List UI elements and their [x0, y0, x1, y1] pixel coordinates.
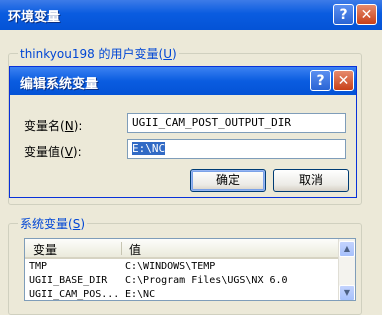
chevron-down-icon: ▼: [343, 288, 351, 297]
row-value: C:\WINDOWS\TEMP: [125, 261, 216, 272]
outer-help-button[interactable]: ?: [333, 4, 354, 25]
dialog-title: 编辑系统变量: [20, 77, 99, 92]
outer-close-button[interactable]: ✕: [356, 4, 377, 25]
dialog-help-button[interactable]: ?: [310, 70, 331, 91]
row-name: UGII_BASE_DIR: [29, 275, 108, 286]
variable-name-label: 变量名(N):: [24, 119, 83, 133]
column-header-variable[interactable]: 变量: [33, 241, 57, 258]
close-icon: ✕: [337, 73, 350, 89]
scroll-up-button[interactable]: ▲: [339, 241, 355, 257]
column-divider[interactable]: [121, 242, 122, 255]
row-value: C:\Program Files\UGS\NX 6.0: [125, 275, 288, 286]
chevron-up-icon: ▲: [343, 244, 351, 253]
cancel-button-label: 取消: [298, 173, 323, 187]
variable-value-mnemonic: V: [64, 145, 73, 159]
scroll-down-button[interactable]: ▼: [339, 285, 355, 300]
dialog-title-bar[interactable]: 编辑系统变量 ? ✕: [10, 67, 356, 95]
outer-title-bar[interactable]: 环境变量 ? ✕: [0, 0, 382, 30]
help-icon: ?: [339, 7, 348, 23]
user-vars-mnemonic: U: [163, 47, 173, 61]
variable-value-label-text: 变量值: [24, 145, 61, 159]
column-header-value[interactable]: 值: [129, 241, 141, 258]
close-icon: ✕: [360, 7, 373, 23]
variable-value-label: 变量值(V):: [24, 145, 82, 159]
variable-name-value: UGII_CAM_POST_OUTPUT_DIR: [132, 116, 291, 129]
variable-value-input[interactable]: E:\NC: [127, 139, 346, 159]
user-vars-label: thinkyou198 的用户变量: [20, 47, 159, 61]
ok-button[interactable]: 确定: [190, 169, 266, 192]
table-row[interactable]: TMP C:\WINDOWS\TEMP: [25, 260, 341, 274]
variable-name-label-text: 变量名: [24, 119, 61, 133]
variable-value-value: E:\NC: [132, 142, 166, 155]
system-vars-mnemonic: S: [72, 217, 81, 231]
row-value: E:\NC: [125, 289, 156, 300]
user-vars-group-title: thinkyou198 的用户变量(U): [18, 45, 179, 62]
ok-button-label: 确定: [215, 173, 240, 187]
dialog-close-button[interactable]: ✕: [333, 70, 354, 91]
row-name: UGII_CAM_POS...: [29, 289, 120, 300]
system-vars-label: 系统变量: [20, 217, 69, 231]
system-vars-list[interactable]: 变量 值 TMP C:\WINDOWS\TEMP UGII_BASE_DIR C…: [24, 238, 356, 301]
system-vars-group-title: 系统变量(S): [18, 215, 88, 232]
edit-system-variable-dialog: 编辑系统变量 ? ✕ 变量名(N): UGII_CAM_POST_OUTPUT_…: [9, 66, 357, 198]
cancel-button[interactable]: 取消: [273, 169, 349, 192]
outer-window-title: 环境变量: [8, 10, 61, 25]
row-name: TMP: [29, 261, 48, 272]
table-row[interactable]: UGII_CAM_POS... E:\NC: [25, 288, 341, 300]
help-icon: ?: [316, 73, 325, 89]
variable-name-input[interactable]: UGII_CAM_POST_OUTPUT_DIR: [127, 113, 346, 133]
vertical-scrollbar[interactable]: ▲ ▼: [338, 239, 355, 300]
list-header: 变量 值: [25, 239, 341, 259]
variable-name-mnemonic: N: [64, 119, 74, 133]
table-row[interactable]: UGII_BASE_DIR C:\Program Files\UGS\NX 6.…: [25, 274, 341, 288]
